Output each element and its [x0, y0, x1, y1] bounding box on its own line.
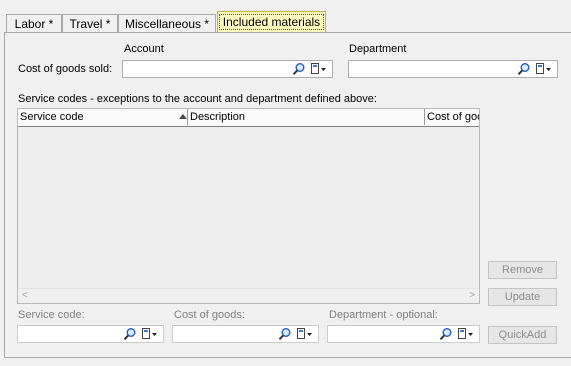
- scroll-right-icon[interactable]: >: [469, 291, 475, 301]
- remove-button[interactable]: Remove: [488, 261, 557, 279]
- cost-of-goods-field[interactable]: [172, 325, 319, 343]
- department-optional-input[interactable]: [330, 327, 431, 341]
- cost-of-goods-label: Cost of goods:: [174, 309, 245, 321]
- magnifier-icon[interactable]: [292, 62, 306, 76]
- column-header-description-label: Description: [190, 111, 246, 123]
- service-code-exceptions-grid[interactable]: Service code Description Cost of goods <…: [17, 108, 480, 304]
- magnifier-icon[interactable]: [517, 62, 531, 76]
- tab-travel-label: Travel *: [69, 17, 111, 31]
- tab-miscellaneous-label: Miscellaneous *: [124, 17, 210, 31]
- magnifier-icon[interactable]: [123, 327, 137, 341]
- dropdown-select-icon[interactable]: [310, 62, 328, 76]
- horizontal-scrollbar[interactable]: < >: [18, 288, 479, 303]
- tab-included-materials-label: Included materials: [218, 14, 325, 30]
- service-code-field[interactable]: [17, 325, 164, 343]
- account-header: Account: [124, 43, 164, 55]
- cogs-department-input[interactable]: [351, 62, 509, 76]
- department-optional-field[interactable]: [327, 325, 480, 343]
- cost-of-goods-sold-label: Cost of goods sold:: [18, 63, 113, 75]
- tab-labor-label: Labor *: [14, 17, 54, 31]
- cogs-department-field[interactable]: [348, 60, 558, 78]
- column-header-cost-of-goods[interactable]: Cost of goods: [425, 109, 479, 125]
- tab-included-materials[interactable]: Included materials: [217, 11, 326, 33]
- scroll-left-icon[interactable]: <: [22, 291, 28, 301]
- department-header: Department: [349, 43, 407, 55]
- cogs-account-field[interactable]: [122, 60, 333, 78]
- magnifier-icon[interactable]: [439, 327, 453, 341]
- tab-miscellaneous[interactable]: Miscellaneous *: [118, 14, 216, 32]
- column-header-description[interactable]: Description: [188, 109, 425, 125]
- magnifier-icon[interactable]: [278, 327, 292, 341]
- service-code-input[interactable]: [20, 327, 115, 341]
- sort-ascending-icon: [179, 114, 187, 119]
- dropdown-select-icon[interactable]: [141, 327, 159, 341]
- cost-of-goods-input[interactable]: [175, 327, 270, 341]
- exceptions-section-label: Service codes - exceptions to the accoun…: [18, 93, 377, 105]
- column-header-cost-of-goods-label: Cost of goods: [427, 111, 479, 123]
- service-code-label: Service code:: [18, 309, 85, 321]
- grid-header: Service code Description Cost of goods: [18, 109, 479, 127]
- tab-labor[interactable]: Labor *: [6, 14, 62, 32]
- column-header-service-code[interactable]: Service code: [18, 109, 188, 125]
- quickadd-button[interactable]: QuickAdd: [488, 326, 557, 344]
- department-optional-label: Department - optional:: [329, 309, 438, 321]
- cogs-account-input[interactable]: [125, 62, 284, 76]
- dropdown-select-icon[interactable]: [457, 327, 475, 341]
- column-header-service-code-label: Service code: [20, 111, 84, 123]
- dropdown-select-icon[interactable]: [535, 62, 553, 76]
- dropdown-select-icon[interactable]: [296, 327, 314, 341]
- tab-travel[interactable]: Travel *: [62, 14, 118, 32]
- update-button[interactable]: Update: [488, 288, 557, 306]
